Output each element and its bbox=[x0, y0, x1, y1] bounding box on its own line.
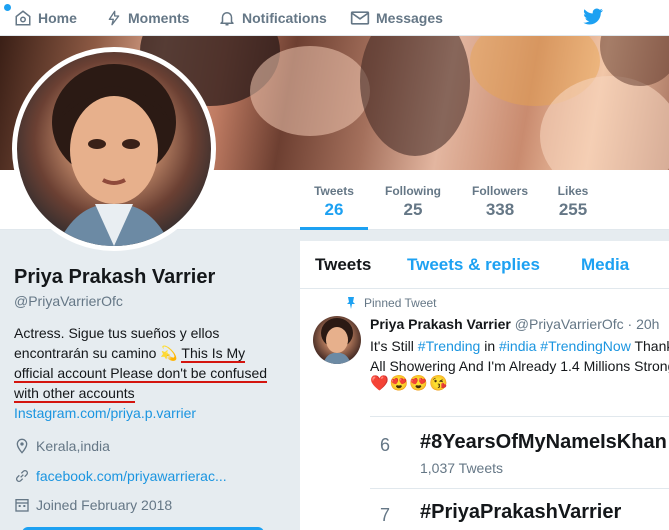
trend-rank: 6 bbox=[380, 435, 391, 455]
tweet-line-2: All Showering And I'm Already 1.4 Millio… bbox=[370, 358, 669, 374]
joined-text: Joined February 2018 bbox=[36, 497, 173, 513]
tweet-line-1: It's Still #Trending in #india #Trending… bbox=[370, 336, 669, 356]
tweet-emojis: ❤️😍😍😘 bbox=[370, 375, 449, 392]
bell-icon bbox=[220, 12, 234, 26]
profile-location: Kerala,india bbox=[14, 437, 286, 455]
stat-following-label: Following bbox=[385, 184, 441, 198]
nav-notifications-label: Notifications bbox=[242, 10, 327, 26]
hashtag-trendingnow[interactable]: #TrendingNow bbox=[540, 338, 631, 354]
profile-info: Priya Prakash Varrier @PriyaVarrierOfc A… bbox=[14, 266, 286, 513]
trend-rank: 7 bbox=[380, 505, 391, 525]
tweet-text: It's Still #Trending in #india #Trending… bbox=[370, 336, 669, 376]
calendar-icon bbox=[15, 499, 29, 512]
trend-item[interactable]: 6 #8YearsOfMyNameIsKhan 1,037 Tweets bbox=[370, 417, 669, 489]
stat-tweets[interactable]: Tweets 26 bbox=[300, 170, 368, 230]
pinned-label: Pinned Tweet bbox=[364, 296, 437, 310]
profile-bio: Actress. Sigue tus sueños y ellos encont… bbox=[14, 323, 276, 423]
tweet-author-meta[interactable]: @PriyaVarrierOfc · 20h bbox=[515, 316, 660, 332]
stat-following-value: 25 bbox=[403, 200, 423, 219]
bio-emoji: 💫 bbox=[160, 345, 178, 361]
hashtag-india[interactable]: #india bbox=[499, 338, 536, 354]
stat-following[interactable]: Following 25 bbox=[380, 170, 446, 230]
envelope-icon bbox=[350, 11, 370, 25]
stat-likes-label: Likes bbox=[557, 184, 589, 198]
tweet-header: Priya Prakash Varrier @PriyaVarrierOfc ·… bbox=[370, 316, 659, 332]
notification-dot bbox=[4, 4, 11, 11]
home-icon bbox=[15, 10, 31, 26]
avatar-portrait-icon bbox=[52, 64, 176, 246]
tab-tweets[interactable]: Tweets bbox=[315, 255, 371, 275]
profile-joined: Joined February 2018 bbox=[14, 497, 286, 513]
trend-hashtag[interactable]: #PriyaPrakashVarrier bbox=[420, 501, 621, 524]
top-navigation: Home Moments Notifications Messages bbox=[0, 0, 669, 36]
nav-home-label: Home bbox=[38, 10, 77, 26]
hashtag-trending[interactable]: #Trending bbox=[418, 338, 481, 354]
tweet-text-segment: Thank bbox=[634, 338, 669, 354]
nav-messages[interactable]: Messages bbox=[350, 0, 443, 36]
pin-icon bbox=[347, 297, 355, 309]
tab-tweets-replies[interactable]: Tweets & replies bbox=[407, 255, 540, 275]
stat-tweets-label: Tweets bbox=[314, 184, 354, 198]
twitter-bird-icon[interactable] bbox=[582, 7, 604, 27]
trend-tweet-count: 1,037 Tweets bbox=[420, 460, 504, 476]
stat-likes-value: 255 bbox=[558, 200, 588, 219]
website-link[interactable]: facebook.com/priyawarrierac... bbox=[36, 468, 227, 484]
tweet-author-name[interactable]: Priya Prakash Varrier bbox=[370, 316, 511, 332]
profile-website: facebook.com/priyawarrierac... bbox=[14, 468, 286, 484]
stat-followers[interactable]: Followers 338 bbox=[466, 170, 534, 230]
nav-moments[interactable]: Moments bbox=[106, 0, 189, 36]
timeline-tabs: Tweets Tweets & replies Media bbox=[300, 241, 669, 289]
link-icon bbox=[16, 470, 28, 482]
tweet-text-segment: in bbox=[480, 338, 500, 354]
nav-notifications[interactable]: Notifications bbox=[218, 0, 327, 36]
lightning-icon bbox=[108, 10, 120, 26]
profile-handle[interactable]: @PriyaVarrierOfc bbox=[14, 293, 286, 309]
tweet-avatar-portrait-icon bbox=[321, 318, 353, 364]
tab-media[interactable]: Media bbox=[581, 255, 629, 275]
profile-avatar[interactable] bbox=[12, 47, 216, 251]
bio-instagram-link[interactable]: Instagram.com/priya.p.varrier bbox=[14, 403, 276, 423]
trend-hashtag[interactable]: #8YearsOfMyNameIsKhan bbox=[420, 431, 667, 454]
location-text: Kerala,india bbox=[36, 438, 110, 454]
profile-name: Priya Prakash Varrier bbox=[14, 266, 216, 288]
stat-followers-label: Followers bbox=[471, 184, 528, 198]
nav-messages-label: Messages bbox=[376, 10, 443, 26]
trend-item[interactable]: 7 #PriyaPrakashVarrier bbox=[370, 489, 669, 530]
nav-moments-label: Moments bbox=[128, 10, 190, 26]
tweet-avatar[interactable] bbox=[313, 316, 361, 364]
nav-home[interactable]: Home bbox=[14, 0, 77, 36]
location-pin-icon bbox=[16, 438, 28, 454]
pinned-tweet-indicator: Pinned Tweet bbox=[346, 296, 437, 310]
stat-followers-value: 338 bbox=[485, 200, 515, 219]
stat-tweets-value: 26 bbox=[324, 200, 344, 219]
trends-list: 6 #8YearsOfMyNameIsKhan 1,037 Tweets 7 #… bbox=[370, 416, 669, 530]
tweet-text-segment: It's Still bbox=[370, 338, 418, 354]
stat-likes[interactable]: Likes 255 bbox=[550, 170, 596, 230]
